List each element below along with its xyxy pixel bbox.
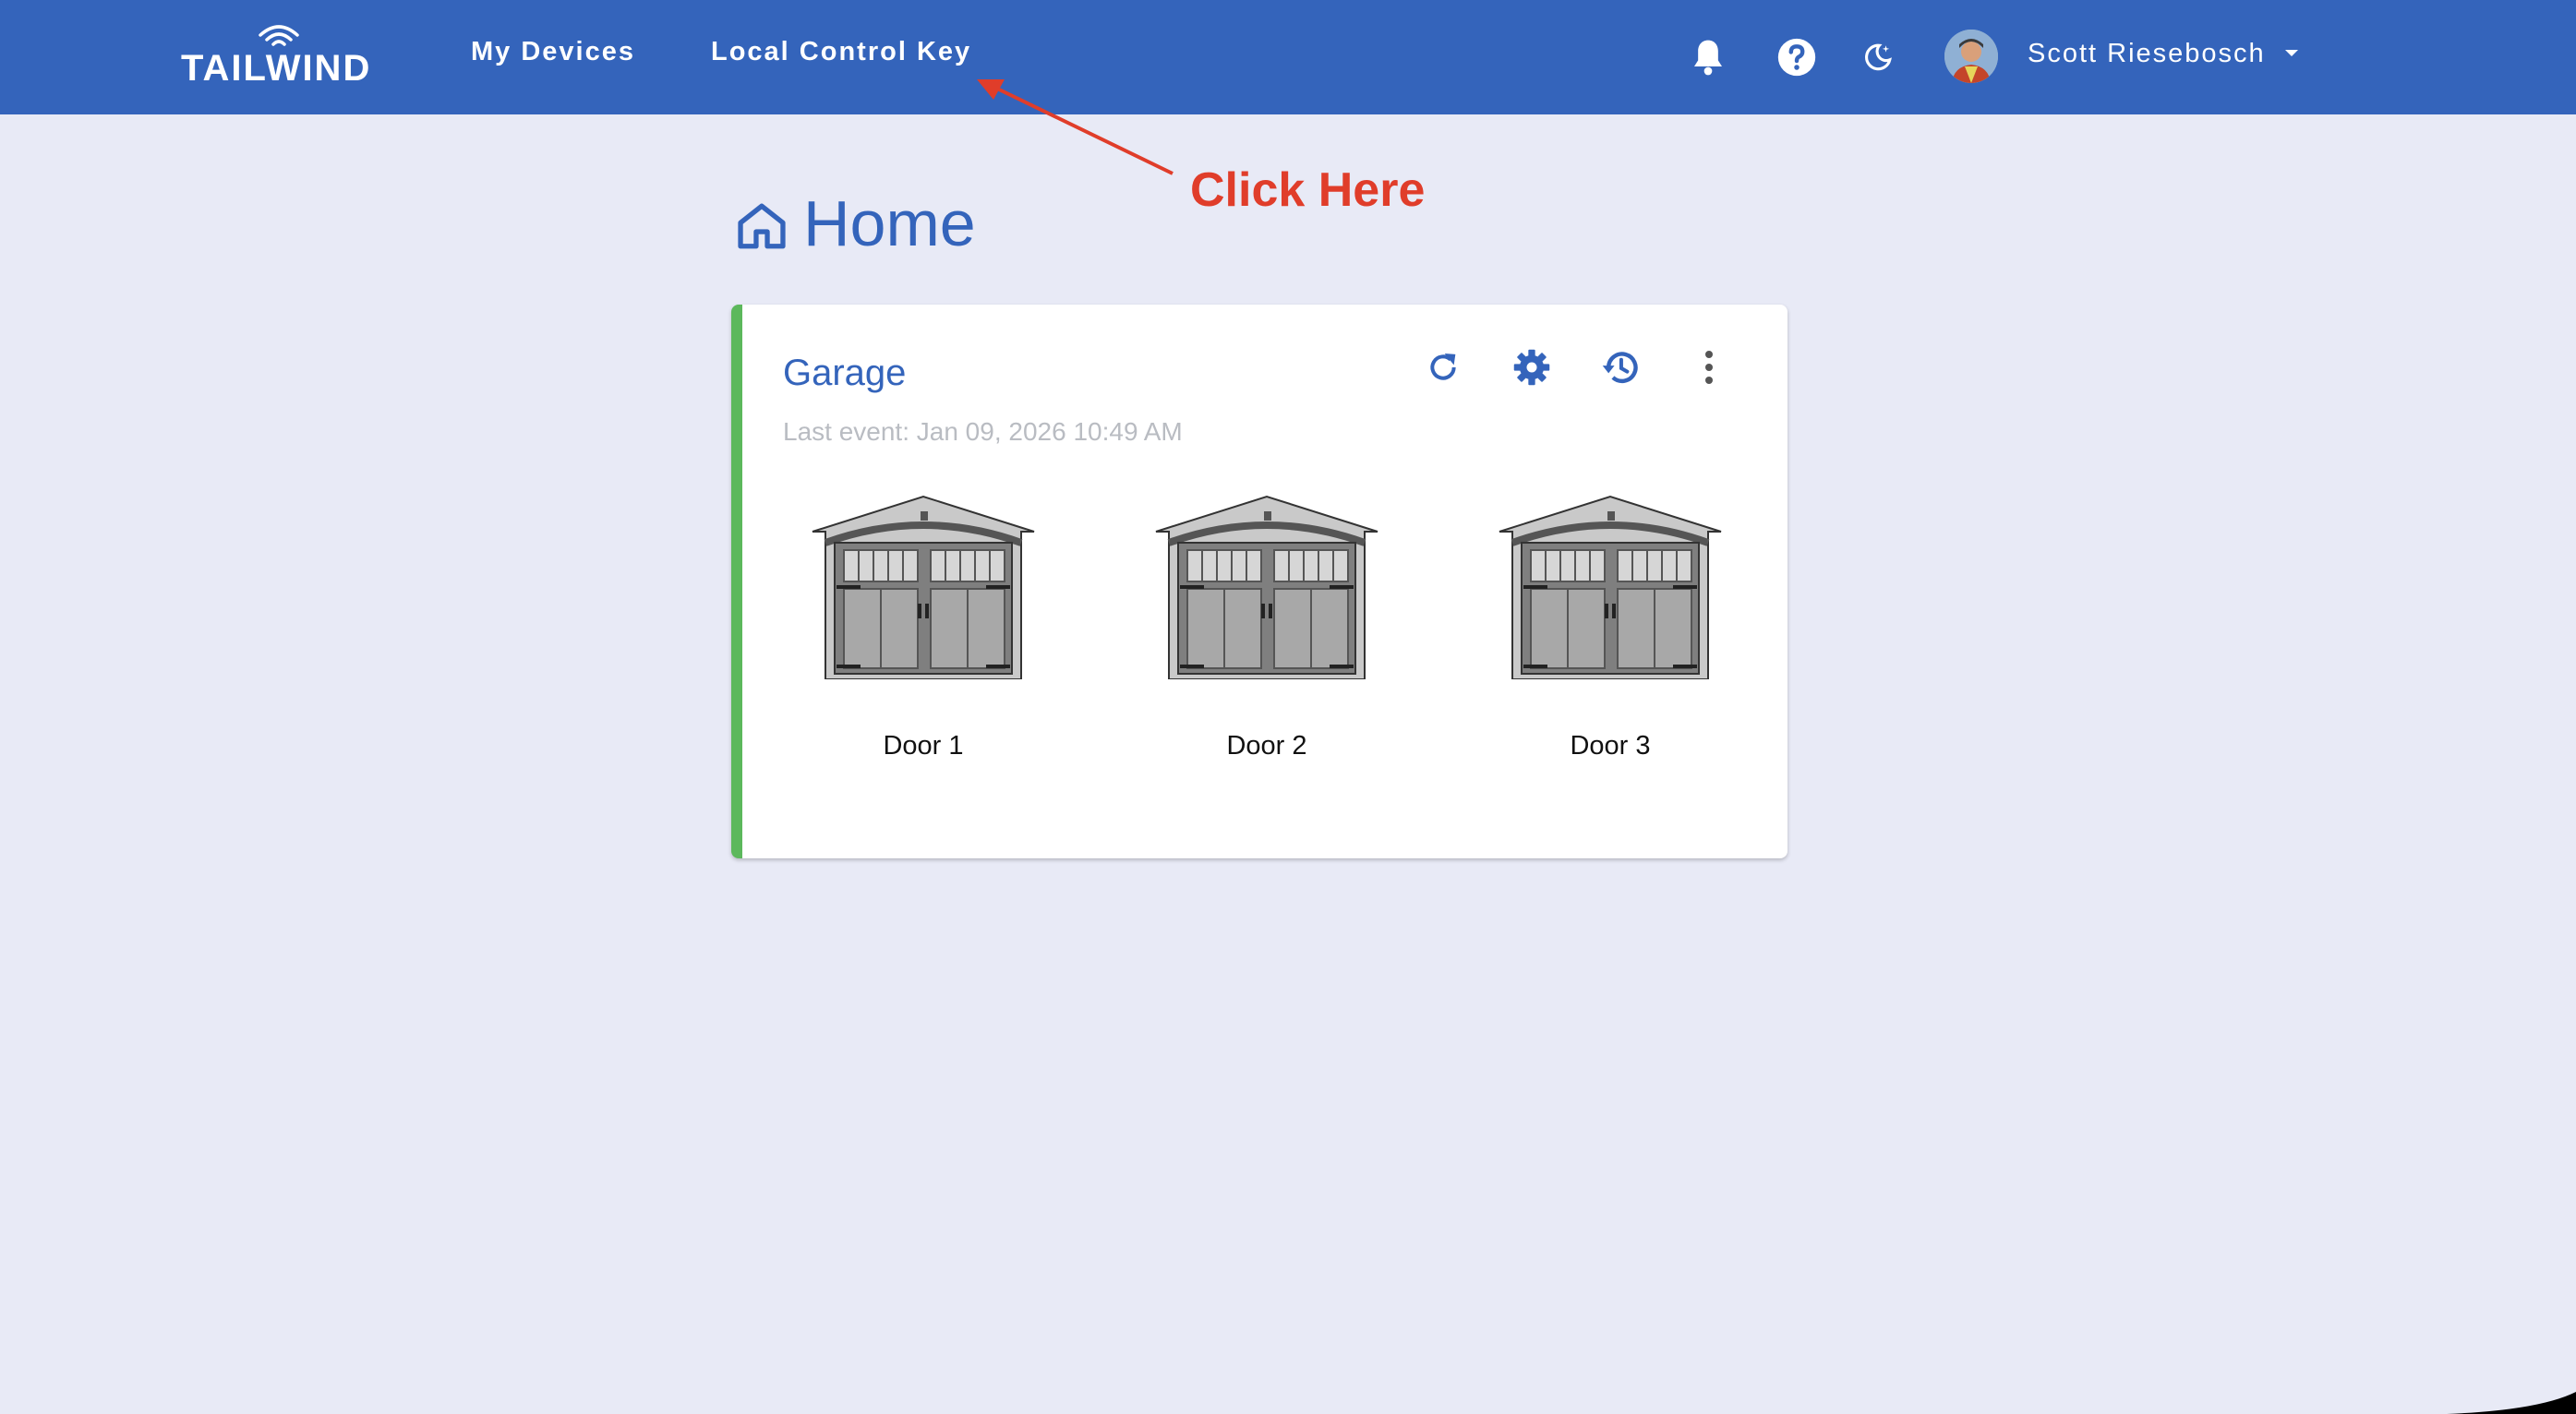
page-title: Home: [803, 187, 976, 259]
help-icon[interactable]: [1769, 30, 1824, 85]
door-label: Door 3: [1570, 731, 1651, 761]
annotation-label: Click Here: [1190, 163, 1426, 217]
garage-door-icon: [812, 495, 1035, 679]
device-name[interactable]: Garage: [783, 353, 906, 394]
window-corner: [2447, 1392, 2576, 1414]
tailwind-logo[interactable]: TAILWIND: [181, 20, 369, 90]
moon-icon[interactable]: [1850, 30, 1906, 85]
settings-icon[interactable]: [1502, 338, 1561, 397]
more-icon[interactable]: [1679, 338, 1739, 397]
bell-icon[interactable]: [1680, 30, 1736, 85]
home-icon: [738, 203, 786, 249]
garage-door-1[interactable]: Door 1: [803, 489, 1043, 761]
garage-door-icon: [1499, 495, 1722, 679]
wifi-logo-icon: [259, 25, 299, 46]
door-label: Door 1: [883, 731, 964, 761]
top-app-bar: TAILWIND My Devices Local Control Key Sc…: [0, 0, 2576, 114]
door-label: Door 2: [1226, 731, 1307, 761]
avatar[interactable]: [1944, 30, 1998, 83]
garage-door-2[interactable]: Door 2: [1147, 489, 1387, 761]
logo-text: TAILWIND: [181, 48, 372, 89]
nav-local-control-key[interactable]: Local Control Key: [711, 37, 971, 67]
device-card: Garage Last event: Jan 09, 2026 10:49 AM: [731, 305, 1788, 858]
refresh-icon[interactable]: [1414, 338, 1473, 397]
last-event-text: Last event: Jan 09, 2026 10:49 AM: [783, 417, 1183, 446]
nav-my-devices[interactable]: My Devices: [471, 37, 635, 67]
annotation-arrow: [977, 79, 1174, 175]
garage-door-3[interactable]: Door 3: [1490, 489, 1730, 761]
caret-down-icon[interactable]: [2282, 48, 2301, 59]
user-name[interactable]: Scott Riesebosch: [2028, 39, 2266, 69]
garage-door-icon: [1155, 495, 1378, 679]
history-icon[interactable]: [1591, 338, 1650, 397]
